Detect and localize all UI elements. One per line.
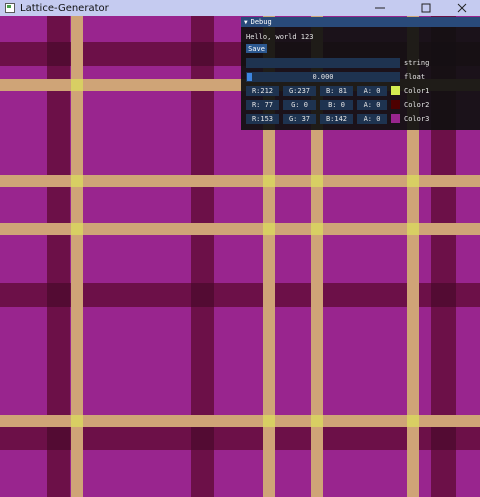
string-input[interactable] xyxy=(246,58,400,68)
color3-swatch[interactable] xyxy=(391,114,400,123)
debug-window[interactable]: ▼ Debug Hello, world 123 Save string 0.0… xyxy=(241,17,480,130)
dark-cross xyxy=(47,283,70,307)
color1-swatch[interactable] xyxy=(391,86,400,95)
color2-g-field[interactable]: G: 0 xyxy=(283,100,316,110)
light-cross xyxy=(407,415,419,427)
float-value: 0.000 xyxy=(312,73,334,81)
dark-cross xyxy=(47,427,70,450)
debug-text: Hello, world 123 xyxy=(246,33,314,41)
light-cross xyxy=(71,79,83,91)
light-cross xyxy=(263,415,275,427)
light-cross xyxy=(311,415,323,427)
color2-swatch[interactable] xyxy=(391,100,400,109)
light-cross xyxy=(71,415,83,427)
float-label: float xyxy=(404,73,426,81)
color3-b-field[interactable]: B:142 xyxy=(320,114,353,124)
minimize-icon xyxy=(375,7,385,9)
color2-a-field[interactable]: A: 0 xyxy=(357,100,387,110)
title-bar: Lattice-Generator xyxy=(0,0,480,16)
maximize-icon xyxy=(421,3,431,13)
color1-label: Color1 xyxy=(404,87,430,95)
color1-a-field[interactable]: A: 0 xyxy=(357,86,387,96)
dark-cross xyxy=(191,427,214,450)
light-cross xyxy=(407,223,419,235)
minimize-button[interactable] xyxy=(365,0,395,16)
dark-cross xyxy=(191,283,214,307)
color3-label: Color3 xyxy=(404,115,430,123)
dark-cross xyxy=(47,42,70,66)
color2-r-field[interactable]: R: 77 xyxy=(246,100,279,110)
light-cross xyxy=(263,175,275,187)
float-slider-grab[interactable] xyxy=(247,73,252,81)
color3-r-field[interactable]: R:153 xyxy=(246,114,279,124)
light-cross xyxy=(311,223,323,235)
debug-title-bar[interactable]: ▼ Debug xyxy=(241,17,480,27)
close-button[interactable] xyxy=(447,0,477,16)
color2-label: Color2 xyxy=(404,101,430,109)
light-cross xyxy=(263,223,275,235)
color3-a-field[interactable]: A: 0 xyxy=(357,114,387,124)
color1-b-field[interactable]: B: 81 xyxy=(320,86,353,96)
light-cross xyxy=(311,175,323,187)
float-slider[interactable]: 0.000 xyxy=(246,72,400,82)
color1-g-field[interactable]: G:237 xyxy=(283,86,316,96)
save-button[interactable]: Save xyxy=(246,44,267,53)
collapse-triangle-icon[interactable]: ▼ xyxy=(244,19,248,26)
string-label: string xyxy=(404,59,430,67)
color3-g-field[interactable]: G: 37 xyxy=(283,114,316,124)
dark-cross xyxy=(431,283,456,307)
maximize-button[interactable] xyxy=(411,0,441,16)
light-cross xyxy=(407,175,419,187)
dark-cross xyxy=(191,42,214,66)
dark-cross xyxy=(431,427,456,450)
color2-b-field[interactable]: B: 0 xyxy=(320,100,353,110)
close-icon xyxy=(457,3,467,13)
light-cross xyxy=(71,175,83,187)
window-title: Lattice-Generator xyxy=(20,2,109,14)
app-icon xyxy=(5,3,15,13)
color1-r-field[interactable]: R:212 xyxy=(246,86,279,96)
debug-title: Debug xyxy=(250,18,272,26)
light-cross xyxy=(71,223,83,235)
